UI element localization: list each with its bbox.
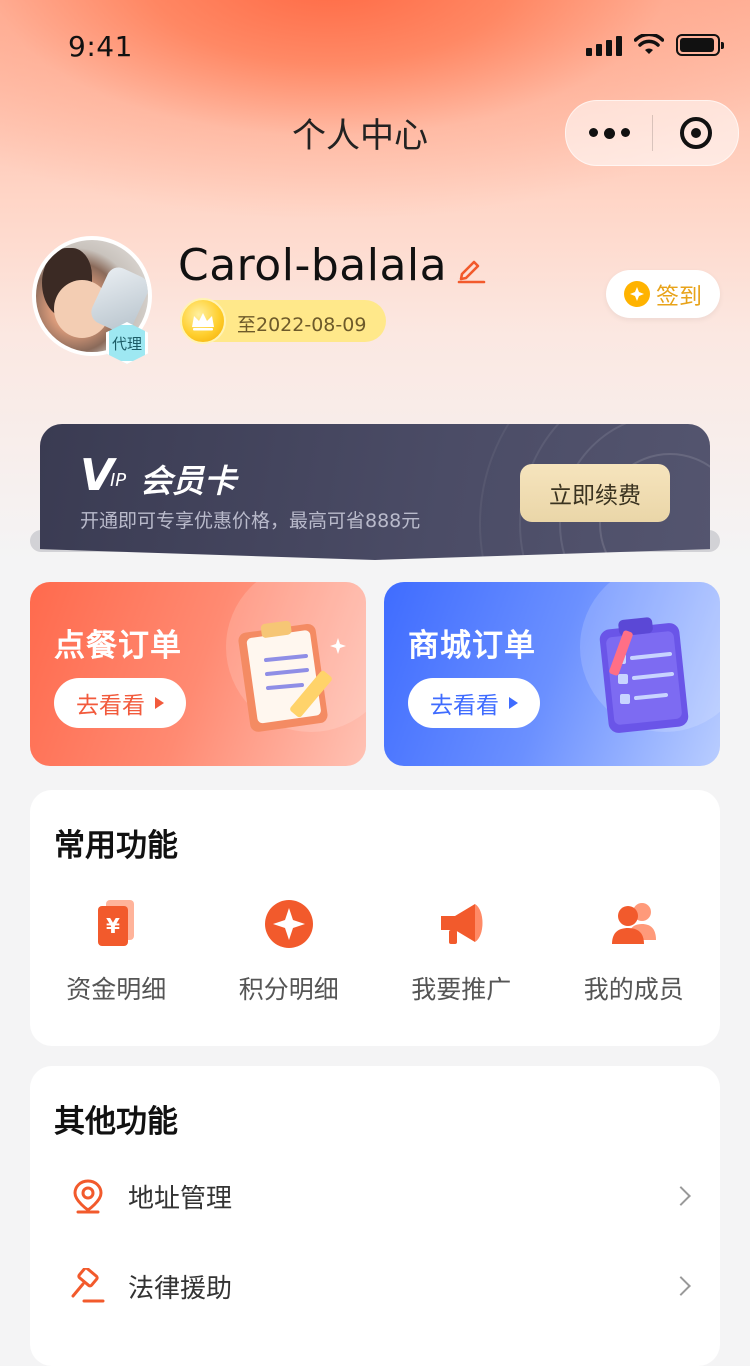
food-order-view-label: 去看看 (76, 693, 145, 719)
crown-icon (180, 298, 226, 344)
promote-item[interactable]: 我要推广 (375, 896, 548, 1006)
edit-icon[interactable] (456, 254, 486, 284)
mall-order-title: 商城订单 (408, 628, 536, 664)
signin-button[interactable]: 签到 (606, 270, 720, 318)
megaphone-icon (441, 904, 483, 944)
signin-star-icon (624, 281, 650, 307)
clipboard-pencil-icon (238, 620, 346, 732)
renew-button[interactable]: 立即续费 (520, 464, 670, 522)
signal-icon (586, 34, 622, 56)
points-details-label: 积分明细 (238, 975, 339, 1004)
status-time: 9:41 (68, 30, 133, 63)
common-functions-grid: ¥ 资金明细 积分明细 我要推广 我的成员 (30, 896, 720, 1006)
legal-aid-label: 法律援助 (128, 1273, 233, 1304)
other-functions-section: 其他功能 地址管理 法律援助 (30, 1066, 720, 1366)
members-icon (611, 903, 656, 944)
common-functions-title: 常用功能 (54, 828, 178, 864)
vip-expire-date: 至2022-08-09 (237, 314, 367, 336)
chevron-right-icon (671, 1186, 691, 1206)
promote-label: 我要推广 (411, 975, 512, 1004)
close-mini-program-icon[interactable] (653, 117, 738, 149)
fund-details-item[interactable]: ¥ 资金明细 (30, 896, 203, 1006)
vip-logo-ip: IP (110, 470, 127, 491)
points-details-item[interactable]: 积分明细 (203, 896, 376, 1006)
fund-details-label: 资金明细 (66, 975, 167, 1004)
points-star-icon (264, 900, 313, 948)
play-arrow-icon (509, 697, 518, 709)
vip-card-subtitle: 开通即可专享优惠价格，最高可省888元 (80, 510, 421, 532)
food-order-card[interactable]: 点餐订单 去看看 (30, 582, 366, 766)
yuan-card-icon: ¥ (98, 900, 135, 946)
my-members-label: 我的成员 (583, 975, 684, 1004)
common-functions-section: 常用功能 ¥ 资金明细 积分明细 我要推广 我的成员 (30, 790, 720, 1046)
status-icons (586, 34, 724, 56)
user-name: Carol-balala (178, 240, 448, 291)
gavel-icon (71, 1268, 105, 1303)
mall-order-card[interactable]: 商城订单 去看看 (384, 582, 720, 766)
vip-logo-v: V (80, 450, 114, 501)
list-item-legal-aid[interactable]: 法律援助 (30, 1246, 720, 1326)
checklist-clipboard-icon (599, 617, 689, 733)
play-arrow-icon (155, 697, 164, 709)
my-members-item[interactable]: 我的成员 (548, 896, 721, 1006)
location-pin-icon (73, 1179, 103, 1214)
mini-program-capsule (565, 100, 739, 166)
more-menu-icon[interactable] (566, 127, 652, 139)
status-bar: 9:41 (0, 0, 750, 90)
mall-order-view-label: 去看看 (430, 693, 499, 719)
svg-text:¥: ¥ (106, 914, 120, 938)
wifi-icon (634, 34, 664, 54)
food-order-view-button[interactable]: 去看看 (54, 678, 186, 728)
vip-card-title: 会员卡 (140, 462, 237, 500)
address-label: 地址管理 (128, 1183, 233, 1214)
other-functions-title: 其他功能 (54, 1104, 178, 1140)
vip-card[interactable]: V IP 会员卡 开通即可专享优惠价格，最高可省888元 立即续费 (40, 424, 710, 560)
battery-icon (676, 34, 724, 56)
mall-order-view-button[interactable]: 去看看 (408, 678, 540, 728)
chevron-right-icon (671, 1276, 691, 1296)
list-item-address[interactable]: 地址管理 (30, 1156, 720, 1236)
food-order-title: 点餐订单 (54, 628, 182, 664)
signin-label: 签到 (656, 284, 702, 310)
